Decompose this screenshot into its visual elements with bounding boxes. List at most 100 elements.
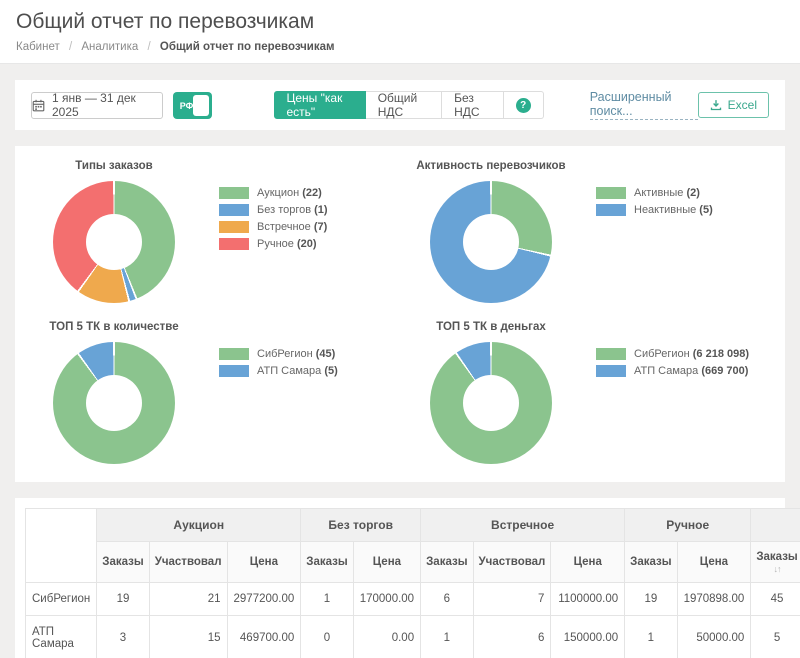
table-row: АТП Самара315469700.0000.0016150000.0015…: [26, 616, 800, 658]
legend-label: Встречное (7): [257, 221, 327, 233]
legend-label: СибРегион (45): [257, 348, 335, 360]
table-cell: 21: [149, 583, 227, 616]
legend-label: АТП Самара (669 700): [634, 365, 748, 377]
chart-legend: СибРегион (6 218 098) АТП Самара (669 700…: [596, 348, 749, 464]
report-table-body: СибРегион19212977200.001170000.006711000…: [26, 583, 800, 658]
chart-legend: Активные (2) Неактивные (5): [596, 187, 713, 303]
table-cell: 3: [97, 616, 149, 658]
breadcrumb-item-current: Общий отчет по перевозчикам: [160, 41, 335, 53]
table-cell: 5: [751, 616, 800, 658]
legend-swatch: [596, 204, 626, 216]
legend-label: Неактивные (5): [634, 204, 713, 216]
chart-plot-area: ТОП 5 ТК в деньгах: [400, 321, 582, 464]
legend-item[interactable]: Без торгов (1): [219, 204, 328, 216]
page-header: Общий отчет по перевозчикам Кабинет / Ан…: [0, 0, 800, 64]
calendar-icon: [32, 99, 45, 112]
column-header-cell: Цена: [551, 542, 625, 583]
legend-swatch: [219, 365, 249, 377]
legend-item[interactable]: СибРегион (6 218 098): [596, 348, 749, 360]
price-mode-as-is-button[interactable]: Цены "как есть": [274, 91, 366, 119]
chart-block-0: Типы заказов Аукцион (22) Без торгов (1) Вс…: [23, 160, 400, 303]
table-cell: 1: [421, 616, 473, 658]
chart-plot-area: Типы заказов: [23, 160, 205, 303]
report-table: АукционБез торговВстречноеРучноеИтогоЗак…: [25, 508, 800, 658]
row-name-cell: СибРегион: [26, 583, 97, 616]
region-toggle[interactable]: РФ: [173, 92, 212, 119]
legend-item[interactable]: Активные (2): [596, 187, 713, 199]
chart-title: Активность перевозчиков: [416, 160, 565, 172]
table-cell: 1: [301, 583, 353, 616]
donut-chart[interactable]: [53, 342, 175, 464]
legend-item[interactable]: СибРегион (45): [219, 348, 338, 360]
advanced-search-link[interactable]: Расширенный поиск...: [590, 90, 698, 120]
donut-hole: [86, 214, 142, 270]
legend-label: СибРегион (6 218 098): [634, 348, 749, 360]
legend-swatch: [596, 187, 626, 199]
column-header-cell[interactable]: Заказы↓↑: [751, 542, 800, 583]
legend-swatch: [596, 365, 626, 377]
table-cell: 2977200.00: [227, 583, 301, 616]
table-cell: 469700.00: [227, 616, 301, 658]
table-cell: 1: [625, 616, 677, 658]
chart-plot-area: ТОП 5 ТК в количестве: [23, 321, 205, 464]
chart-plot-area: Активность перевозчиков: [400, 160, 582, 303]
excel-button[interactable]: Excel: [698, 92, 769, 118]
column-header-cell: Заказы: [97, 542, 149, 583]
legend-swatch: [219, 238, 249, 250]
page-title: Общий отчет по перевозчикам: [16, 10, 784, 34]
date-range-input[interactable]: 1 янв — 31 дек 2025: [31, 92, 163, 119]
download-icon: [710, 99, 722, 111]
price-mode-no-vat-button[interactable]: Без НДС: [442, 91, 504, 119]
legend-swatch: [219, 187, 249, 199]
report-table-head: АукционБез торговВстречноеРучноеИтогоЗак…: [26, 509, 800, 583]
breadcrumb-item-cabinet[interactable]: Кабинет: [16, 41, 60, 53]
sort-icon[interactable]: ↓↑: [756, 565, 797, 573]
filter-bar: 1 янв — 31 дек 2025 РФ Цены "как есть" О…: [15, 80, 785, 130]
help-icon[interactable]: ?: [516, 98, 531, 113]
table-corner-cell: [26, 509, 97, 583]
donut-chart[interactable]: [430, 181, 552, 303]
table-cell: 19: [97, 583, 149, 616]
table-cell: 50000.00: [677, 616, 751, 658]
price-mode-group: Цены "как есть" Общий НДС Без НДС ?: [274, 91, 544, 119]
group-header-cell: Без торгов: [301, 509, 421, 542]
chart-legend: СибРегион (45) АТП Самара (5): [219, 348, 338, 464]
donut-chart[interactable]: [53, 181, 175, 303]
donut-chart[interactable]: [430, 342, 552, 464]
table-cell: 170000.00: [353, 583, 420, 616]
legend-item[interactable]: АТП Самара (5): [219, 365, 338, 377]
legend-item[interactable]: Встречное (7): [219, 221, 328, 233]
table-cell: 0.00: [353, 616, 420, 658]
table-cell: 7: [473, 583, 551, 616]
group-header-cell: Ручное: [625, 509, 751, 542]
legend-label: Активные (2): [634, 187, 700, 199]
group-header-cell: Встречное: [421, 509, 625, 542]
legend-swatch: [219, 204, 249, 216]
legend-item[interactable]: АТП Самара (669 700): [596, 365, 749, 377]
legend-item[interactable]: Неактивные (5): [596, 204, 713, 216]
donut-hole: [86, 375, 142, 431]
table-cell: 6: [473, 616, 551, 658]
legend-label: АТП Самара (5): [257, 365, 338, 377]
table-row: СибРегион19212977200.001170000.006711000…: [26, 583, 800, 616]
breadcrumb: Кабинет / Аналитика / Общий отчет по пер…: [16, 41, 784, 53]
table-cell: 150000.00: [551, 616, 625, 658]
price-mode-common-vat-button[interactable]: Общий НДС: [366, 91, 442, 119]
legend-label: Без торгов (1): [257, 204, 328, 216]
column-header-cell: Цена: [353, 542, 420, 583]
legend-swatch: [219, 348, 249, 360]
chart-block-2: ТОП 5 ТК в количестве СибРегион (45) АТП С…: [23, 321, 400, 464]
chart-block-3: ТОП 5 ТК в деньгах СибРегион (6 218 098) А…: [400, 321, 777, 464]
column-header-cell: Заказы: [421, 542, 473, 583]
group-header-cell: Итого: [751, 509, 800, 542]
legend-item[interactable]: Ручное (20): [219, 238, 328, 250]
region-toggle-label: РФ: [180, 101, 194, 111]
chart-block-1: Активность перевозчиков Активные (2) Неакт…: [400, 160, 777, 303]
chart-title: ТОП 5 ТК в количестве: [49, 321, 178, 333]
breadcrumb-item-analytics[interactable]: Аналитика: [81, 41, 138, 53]
table-cell: 15: [149, 616, 227, 658]
chart-title: ТОП 5 ТК в деньгах: [436, 321, 546, 333]
legend-label: Аукцион (22): [257, 187, 322, 199]
table-cell: 0: [301, 616, 353, 658]
legend-item[interactable]: Аукцион (22): [219, 187, 328, 199]
